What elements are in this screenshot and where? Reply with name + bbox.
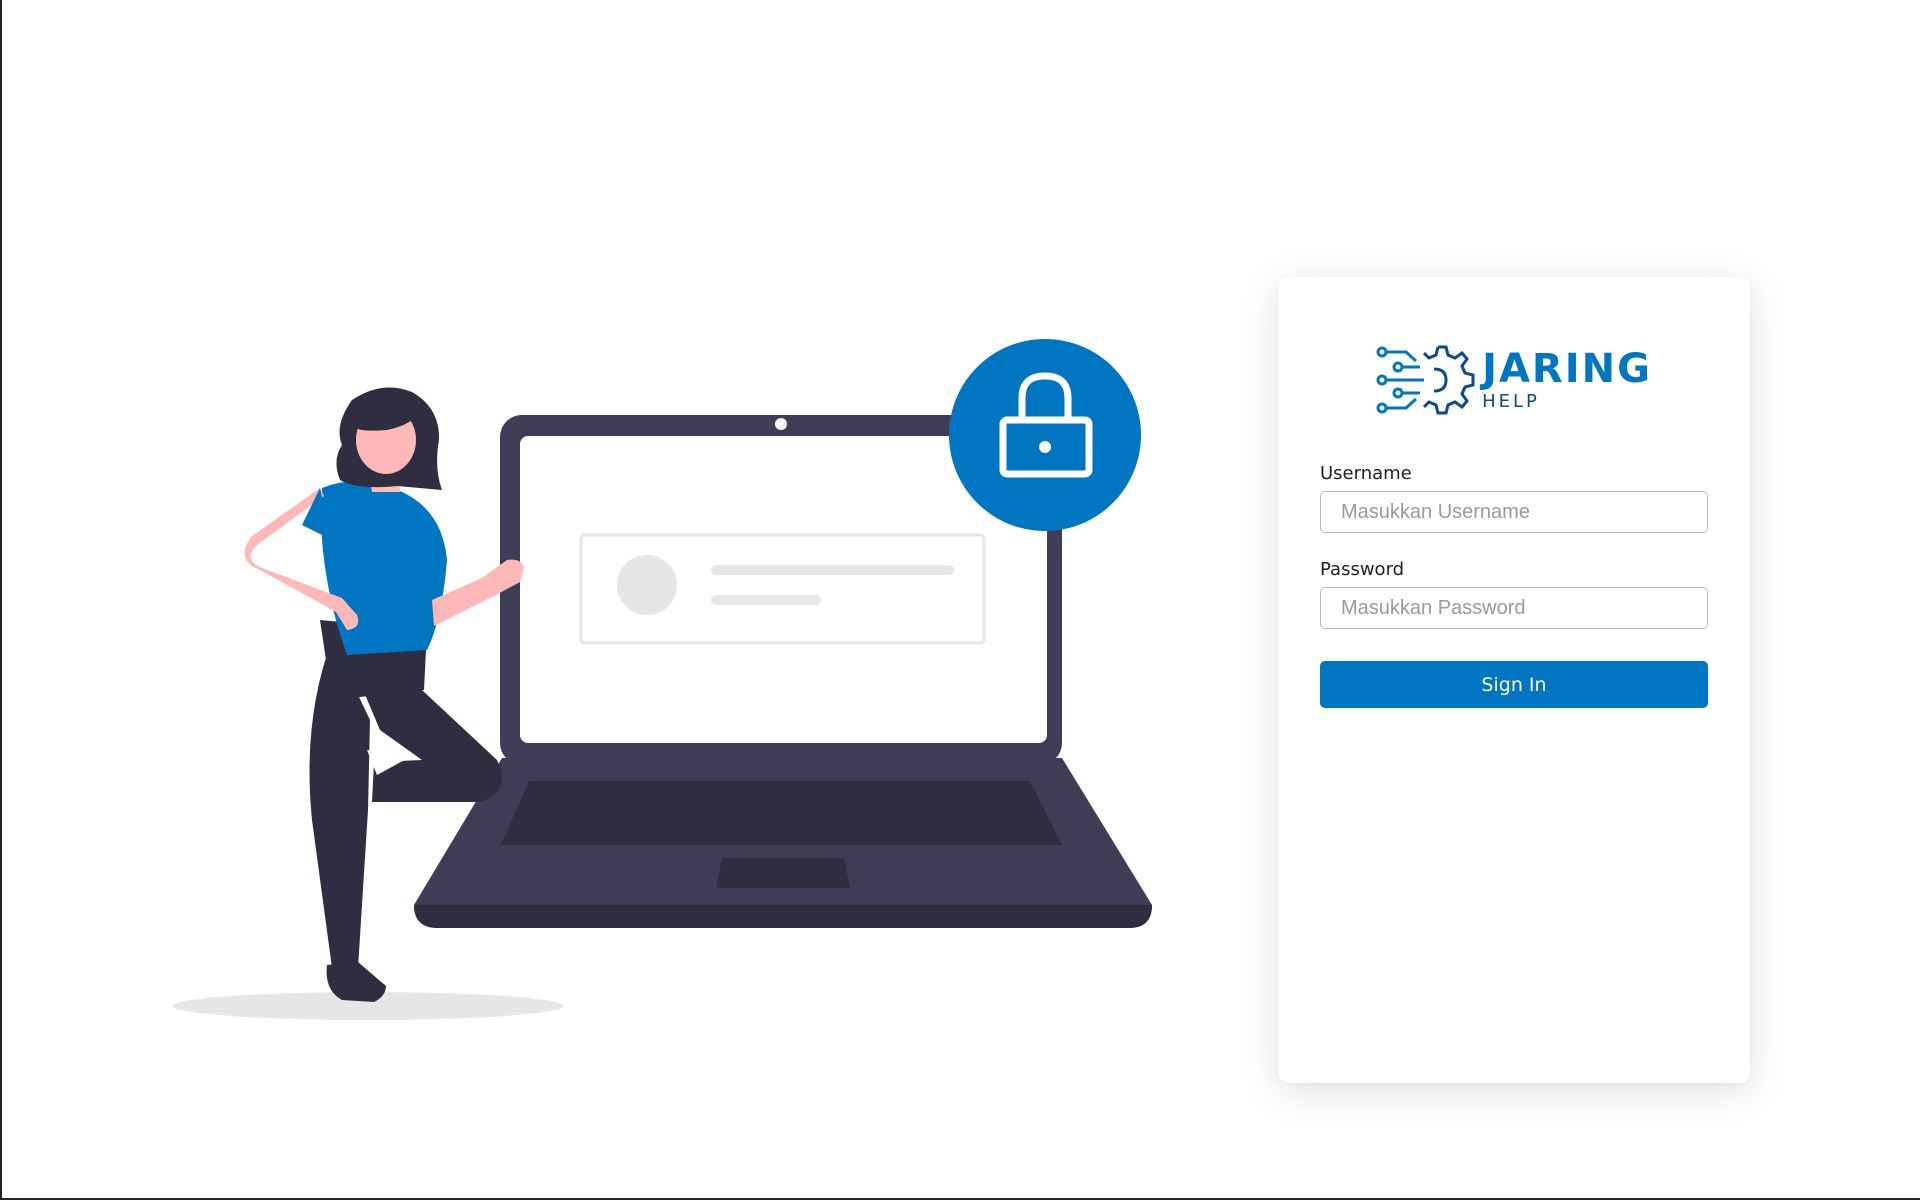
circuit-gear-icon	[1376, 345, 1475, 415]
sign-in-button[interactable]: Sign In	[1320, 661, 1708, 708]
password-input[interactable]	[1320, 587, 1708, 629]
brand-subtitle: HELP	[1482, 391, 1540, 412]
brand-logo: JARING HELP	[1320, 341, 1708, 419]
brand-name: JARING	[1482, 346, 1652, 392]
padlock-icon	[949, 339, 1141, 531]
username-label: Username	[1320, 463, 1412, 484]
password-field-group: Password	[1320, 559, 1708, 629]
login-card: JARING HELP Username Password Sign In	[1278, 277, 1750, 1083]
login-page: JARING HELP Username Password Sign In	[0, 0, 1920, 1200]
username-input[interactable]	[1320, 491, 1708, 533]
brand-text: JARING HELP	[1482, 349, 1652, 411]
login-illustration	[173, 339, 1152, 1020]
username-field-group: Username	[1320, 463, 1708, 533]
password-label: Password	[1320, 559, 1405, 580]
